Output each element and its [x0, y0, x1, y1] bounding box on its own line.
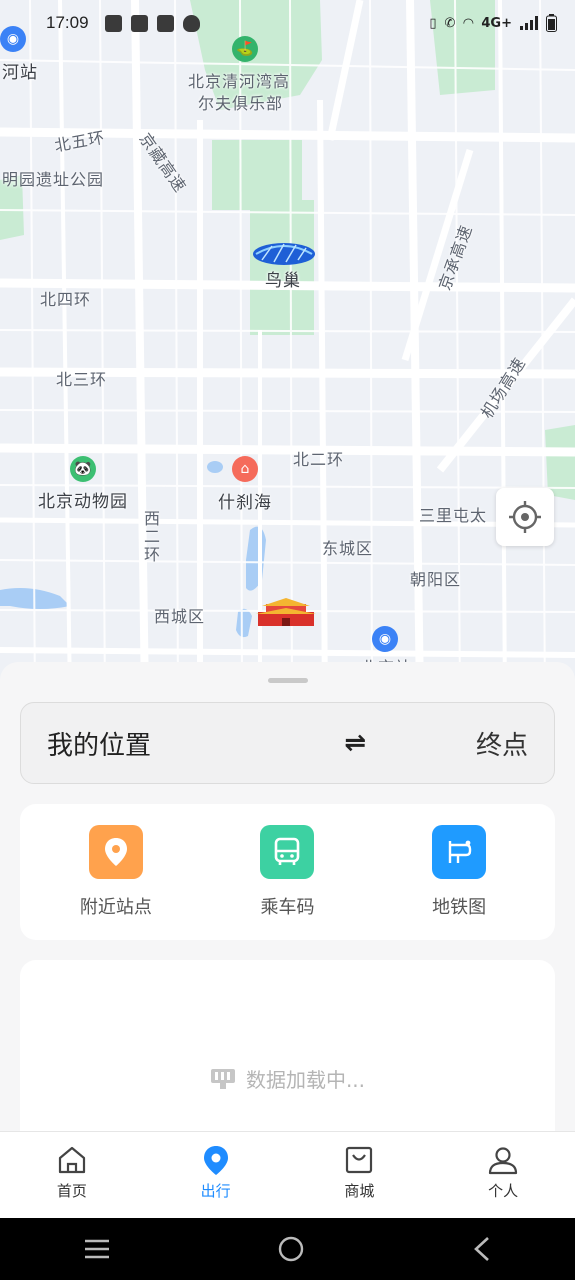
tab-profile[interactable]: 个人 — [431, 1132, 575, 1219]
map-label-north-2nd-ring: 北二环 — [293, 450, 345, 469]
tab-travel-label: 出行 — [200, 1182, 231, 1200]
system-navigation-bar — [0, 1218, 575, 1280]
shopping-bag-icon — [346, 1146, 373, 1174]
locate-me-button[interactable] — [496, 488, 554, 546]
location-pin-icon — [203, 1146, 228, 1175]
route-input[interactable]: 我的位置 ⇌ 终点 — [20, 702, 555, 784]
map-label-west-2nd-ring: 西二环 — [141, 510, 160, 564]
mail-notification-icon — [104, 14, 122, 32]
map-label-golf-line1: 北京清河湾高 — [188, 72, 291, 91]
quick-label-nearby: 附近站点 — [79, 897, 152, 918]
status-bar: 17:09 ▯ ✆ ◠ 4G+ — [0, 0, 575, 46]
menu-icon[interactable] — [83, 1238, 111, 1260]
location-pin-icon — [88, 825, 143, 879]
mail-notification-icon — [156, 14, 174, 32]
nearby-stations-button[interactable]: 附近站点 — [46, 825, 186, 919]
tab-home-label: 首页 — [56, 1182, 87, 1200]
swap-icon[interactable]: ⇌ — [344, 728, 366, 758]
signal-icon — [520, 16, 538, 30]
status-time: 17:09 — [46, 13, 89, 32]
content-panel: 数据加载中... — [20, 960, 555, 1160]
sheet-drag-handle[interactable] — [268, 678, 308, 683]
map-label-hehe-station: 河站 — [2, 63, 38, 83]
loading-indicator: 数据加载中... — [20, 1064, 555, 1093]
tiananmen-icon[interactable] — [256, 596, 316, 628]
subway-map-icon — [432, 825, 487, 879]
loading-icon — [210, 1068, 235, 1089]
wifi-icon: ◠ — [463, 15, 474, 31]
map-label-xicheng: 西城区 — [154, 607, 206, 626]
bottom-sheet: 我的位置 ⇌ 终点 附近站点 乘车码 地铁图 数据加载中... — [0, 662, 575, 1160]
call-icon: ✆ — [444, 15, 456, 31]
map-label-chaoyang: 朝阳区 — [410, 570, 462, 589]
map-label-golf-line2: 尔夫俱乐部 — [198, 94, 284, 113]
route-end-field[interactable]: 终点 — [476, 725, 528, 762]
route-start-field[interactable]: 我的位置 — [47, 725, 344, 762]
vibrate-icon: ▯ — [429, 15, 437, 31]
tab-mall[interactable]: 商城 — [288, 1132, 432, 1219]
home-circle-icon[interactable] — [277, 1235, 305, 1263]
map-label-north-3rd-ring: 北三环 — [56, 370, 108, 389]
ride-code-button[interactable]: 乘车码 — [217, 825, 357, 919]
bus-icon — [260, 825, 315, 879]
map-roads — [0, 0, 575, 700]
home-icon — [58, 1146, 85, 1174]
temple-icon[interactable]: ⌂ — [232, 456, 258, 482]
back-icon[interactable] — [472, 1236, 492, 1262]
map-label-dongcheng: 东城区 — [322, 539, 374, 558]
map-label-shichahai: 什刹海 — [218, 493, 272, 513]
tab-profile-label: 个人 — [488, 1182, 519, 1200]
tab-home[interactable]: 首页 — [0, 1132, 144, 1219]
map-view[interactable]: ◉ 河站 ⛳ 北京清河湾高 尔夫俱乐部 北五环 京藏高速 明园遗址公园 京承高速… — [0, 0, 575, 700]
tab-mall-label: 商城 — [344, 1182, 375, 1200]
bottom-tab-bar: 首页 出行 商城 个人 — [0, 1131, 575, 1219]
network-type: 4G+ — [481, 15, 512, 31]
quick-label-subway-map: 地铁图 — [432, 897, 487, 918]
mail-notification-icon — [130, 14, 148, 32]
quick-actions: 附近站点 乘车码 地铁图 — [20, 804, 555, 940]
map-label-beijing-zoo: 北京动物园 — [38, 492, 128, 512]
birds-nest-icon[interactable] — [252, 240, 316, 266]
tab-travel[interactable]: 出行 — [144, 1132, 288, 1219]
zoo-icon[interactable]: 🐼 — [70, 456, 96, 482]
crosshair-icon — [509, 501, 541, 533]
shield-notification-icon — [182, 14, 200, 32]
map-label-yuanmingyuan: 明园遗址公园 — [2, 170, 105, 189]
map-label-sanlitun: 三里屯太 — [419, 506, 488, 525]
loading-text: 数据加载中... — [245, 1068, 366, 1092]
map-label-north-4th-ring: 北四环 — [40, 290, 92, 309]
subway-station-icon[interactable]: ◉ — [372, 626, 398, 652]
quick-label-ride-code: 乘车码 — [260, 897, 315, 918]
subway-map-button[interactable]: 地铁图 — [389, 825, 529, 919]
user-icon — [489, 1147, 518, 1175]
map-label-birds-nest: 鸟巢 — [265, 271, 301, 291]
battery-icon — [546, 14, 557, 32]
